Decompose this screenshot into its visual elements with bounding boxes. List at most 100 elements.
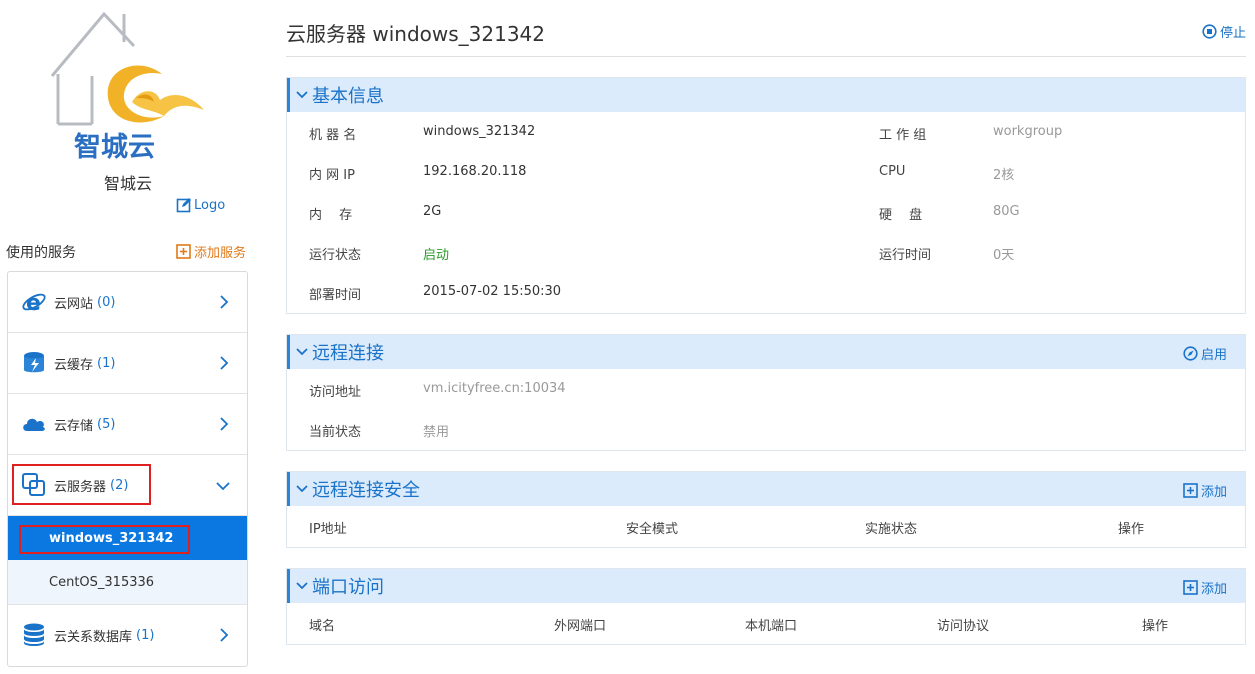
cpu-label: CPU [879,164,906,179]
menu-item-website[interactable]: e 云网站 (0) [8,272,247,333]
port-access-section: 端口访问 添加 域名 外网端口 本机端口 访问协议 操作 [286,568,1246,645]
workgroup-value: workgroup [993,124,1063,139]
menu-item-label: 云缓存 [54,357,94,373]
edit-icon [176,198,191,213]
chevron-right-icon [220,356,229,370]
column-header-status: 实施状态 [865,522,918,537]
sub-item-label: CentOS_315336 [49,574,155,590]
disk-value: 80G [993,204,1020,219]
column-header-action: 操作 [1118,522,1145,537]
info-row: 内 网 IP 192.168.20.118 CPU 2核 [287,152,1245,192]
deploy-value: 2015-07-02 15:50:30 [423,284,562,299]
remote-security-header[interactable]: 远程连接安全 添加 [287,472,1245,506]
chevron-down-icon [296,348,308,356]
add-service-button[interactable]: 添加服务 [176,242,246,261]
column-header-ip: IP地址 [309,522,347,537]
add-label: 添加 [1200,485,1227,500]
plus-square-icon [1183,483,1198,498]
address-value: vm.icityfree.cn:10034 [423,381,566,396]
title-divider [286,56,1246,57]
menu-item-storage[interactable]: 云存储 (5) [8,394,247,455]
plus-square-icon [1183,580,1198,595]
enable-button[interactable]: 启用 [1183,344,1227,363]
remote-security-section: 远程连接安全 添加 IP地址 安全模式 实施状态 操作 [286,471,1246,548]
section-title: 远程连接安全 [312,480,420,501]
remote-header[interactable]: 远程连接 启用 [287,335,1245,369]
port-access-header[interactable]: 端口访问 添加 [287,569,1245,603]
chevron-down-icon [296,91,308,99]
info-row: 当前状态 禁用 [287,409,1245,449]
machine-name-label: 机 器 名 [309,128,357,143]
services-label: 使用的服务 [6,245,76,261]
disk-label: 硬 盘 [879,208,923,223]
address-label: 访问地址 [309,385,362,400]
table-header: 域名 外网端口 本机端口 访问协议 操作 [287,603,1245,643]
menu-item-count: (0) [97,294,116,310]
stop-circle-icon [1202,24,1217,39]
plus-square-icon [176,244,191,259]
workgroup-label: 工 作 组 [879,128,927,143]
column-header-action: 操作 [1142,619,1169,634]
state-label: 当前状态 [309,425,362,440]
stop-label: 停止 [1219,26,1246,41]
chevron-right-icon [220,295,229,309]
info-row: 运行状态 启动 运行时间 0天 [287,232,1245,272]
memory-value: 2G [423,204,442,219]
column-header-local-port: 本机端口 [745,619,798,634]
sidebar: 智城云 智城云 Logo 使用的服务 添加服务 e 云网站 (0) 云缓存 (1… [0,0,256,674]
uptime-value: 0天 [993,248,1015,263]
brand-name: 智城云 [103,174,152,193]
stop-button[interactable]: 停止 [1202,22,1246,41]
svg-text:e: e [26,291,41,315]
chevron-down-icon [296,582,308,590]
menu-item-cache[interactable]: 云缓存 (1) [8,333,247,394]
section-title: 远程连接 [312,343,384,364]
deploy-label: 部署时间 [309,288,362,303]
column-header-external-port: 外网端口 [554,619,607,634]
info-row: 访问地址 vm.icityfree.cn:10034 [287,369,1245,409]
ip-value: 192.168.20.118 [423,164,527,179]
status-value: 启动 [423,248,450,263]
info-row: 部署时间 2015-07-02 15:50:30 [287,272,1245,312]
enable-label: 启用 [1200,348,1227,363]
compass-icon [1183,346,1198,361]
cpu-value: 2核 [993,168,1015,183]
chevron-down-icon [296,485,308,493]
remote-section: 远程连接 启用 访问地址 vm.icityfree.cn:10034 当前状态 … [286,334,1246,451]
menu-item-count: (1) [97,355,116,371]
menu-item-database[interactable]: 云关系数据库 (1) [8,605,247,665]
ie-icon: e [20,288,48,316]
highlight-box-server [12,464,151,505]
cloud-icon [20,410,48,438]
ip-label: 内 网 IP [309,168,355,183]
menu-item-label: 云网站 [54,296,94,312]
uptime-label: 运行时间 [879,248,932,263]
section-title: 端口访问 [312,577,384,598]
page-title: 云服务器 windows_321342 [286,22,546,46]
info-row: 机 器 名 windows_321342 工 作 组 workgroup [287,112,1245,152]
column-header-mode: 安全模式 [626,522,679,537]
menu-item-count: (1) [136,627,155,643]
svg-text:智城云: 智城云 [74,132,155,163]
chevron-down-icon [216,482,230,491]
logo-edit-label: Logo [194,197,226,213]
section-title: 基本信息 [312,86,384,107]
highlight-box-windows [19,525,190,554]
database-icon [20,621,48,649]
info-row: 内 存 2G 硬 盘 80G [287,192,1245,232]
sub-item-centos[interactable]: CentOS_315336 [8,560,247,605]
cache-icon [20,349,48,377]
add-security-button[interactable]: 添加 [1183,481,1227,500]
menu-item-count: (5) [97,416,116,432]
state-value: 禁用 [423,425,450,440]
basic-info-section: 基本信息 机 器 名 windows_321342 工 作 组 workgrou… [286,77,1246,314]
menu-item-label: 云关系数据库 [54,629,133,645]
menu-item-label: 云存储 [54,418,94,434]
logo-edit-link[interactable]: Logo [176,197,225,213]
basic-info-header[interactable]: 基本信息 [287,78,1245,112]
add-service-label: 添加服务 [194,246,247,261]
chevron-right-icon [220,417,229,431]
add-port-button[interactable]: 添加 [1183,578,1227,597]
column-header-domain: 域名 [309,619,336,634]
table-header: IP地址 安全模式 实施状态 操作 [287,506,1245,546]
